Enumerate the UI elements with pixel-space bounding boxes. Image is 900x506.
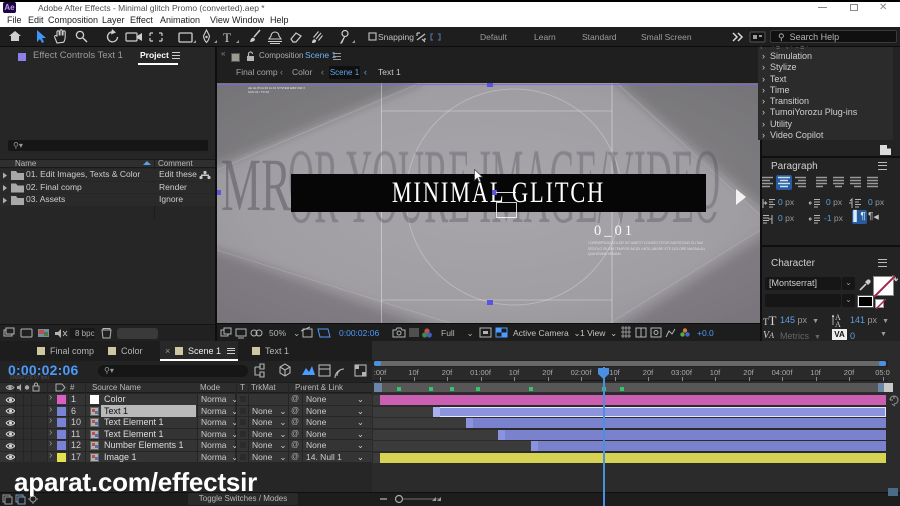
svg-text:A: A: [835, 320, 841, 328]
svg-text:T: T: [223, 30, 231, 45]
